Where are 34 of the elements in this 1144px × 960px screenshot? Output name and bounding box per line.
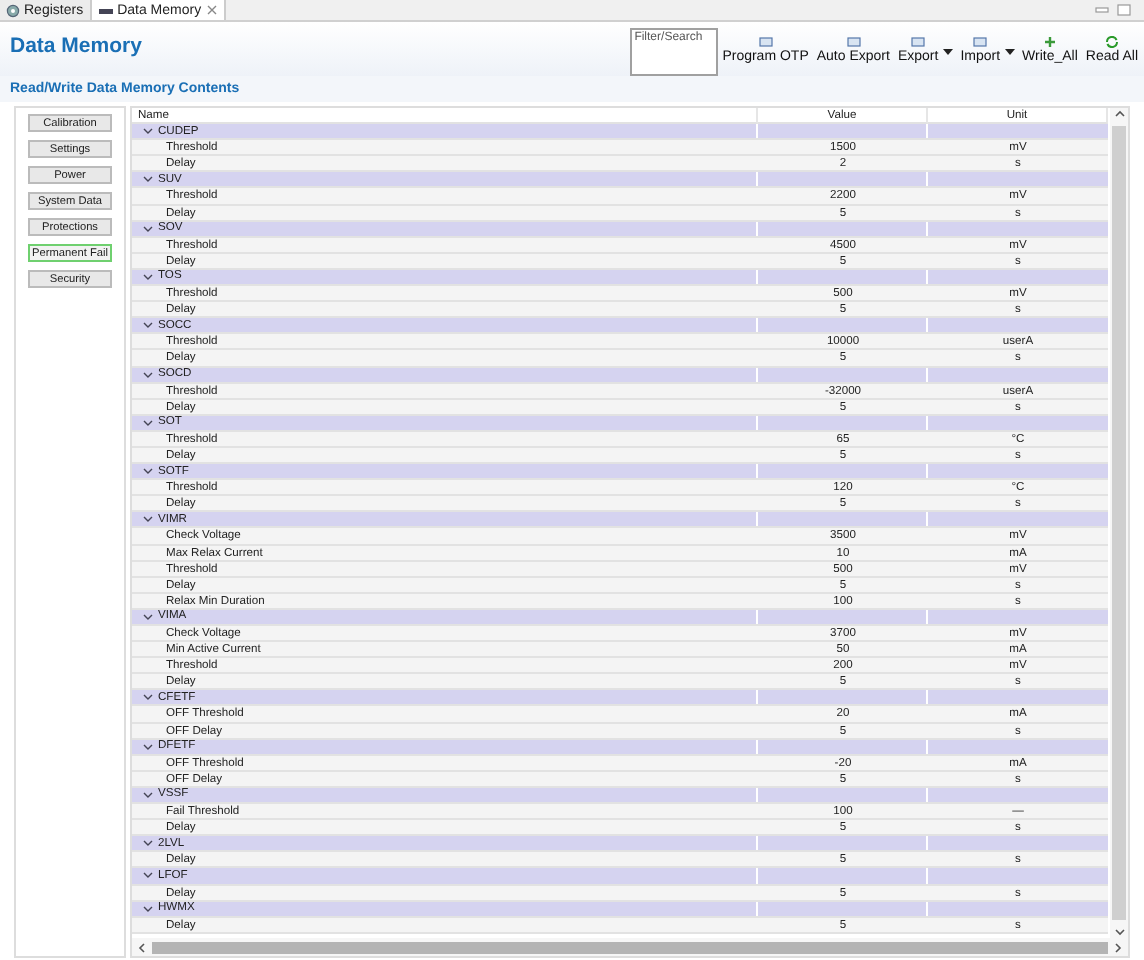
chevron-down-icon[interactable] (142, 369, 154, 380)
chevron-down-icon[interactable] (142, 903, 154, 914)
chip-icon (97, 3, 114, 17)
chevron-down-icon[interactable] (142, 174, 154, 185)
horizontal-scrollbar[interactable] (132, 938, 1128, 956)
gear-icon (6, 3, 20, 17)
chevron-down-icon[interactable] (142, 223, 154, 234)
chevron-down-icon[interactable] (142, 789, 154, 800)
chevron-down-icon[interactable] (142, 838, 154, 849)
scroll-down-icon[interactable] (1111, 926, 1127, 938)
chevron-down-icon[interactable] (142, 126, 154, 137)
scroll-up-icon[interactable] (1111, 108, 1127, 120)
dropdown-caret-icon[interactable] (942, 48, 955, 56)
chevron-down-icon[interactable] (142, 417, 154, 428)
chevron-down-icon[interactable] (142, 692, 154, 703)
scroll-right-icon[interactable] (1112, 939, 1124, 955)
chevron-down-icon[interactable] (142, 611, 154, 622)
chevron-down-icon[interactable] (142, 466, 154, 477)
refresh-icon (1103, 36, 1120, 48)
chevron-down-icon[interactable] (142, 741, 154, 752)
document-icon (972, 36, 989, 48)
chevron-down-icon[interactable] (142, 870, 154, 881)
document-icon (845, 36, 862, 48)
document-icon (910, 36, 927, 48)
scroll-left-icon[interactable] (136, 939, 148, 955)
dropdown-caret-icon[interactable] (1004, 48, 1017, 56)
page-title: Data Memory (8, 32, 142, 58)
chevron-down-icon[interactable] (142, 514, 154, 525)
close-icon[interactable] (205, 4, 218, 16)
plus-icon (1041, 36, 1058, 48)
chevron-down-icon[interactable] (142, 271, 154, 282)
chevron-down-icon[interactable] (142, 320, 154, 331)
document-icon (757, 36, 774, 48)
vertical-scrollbar[interactable] (1110, 108, 1128, 938)
